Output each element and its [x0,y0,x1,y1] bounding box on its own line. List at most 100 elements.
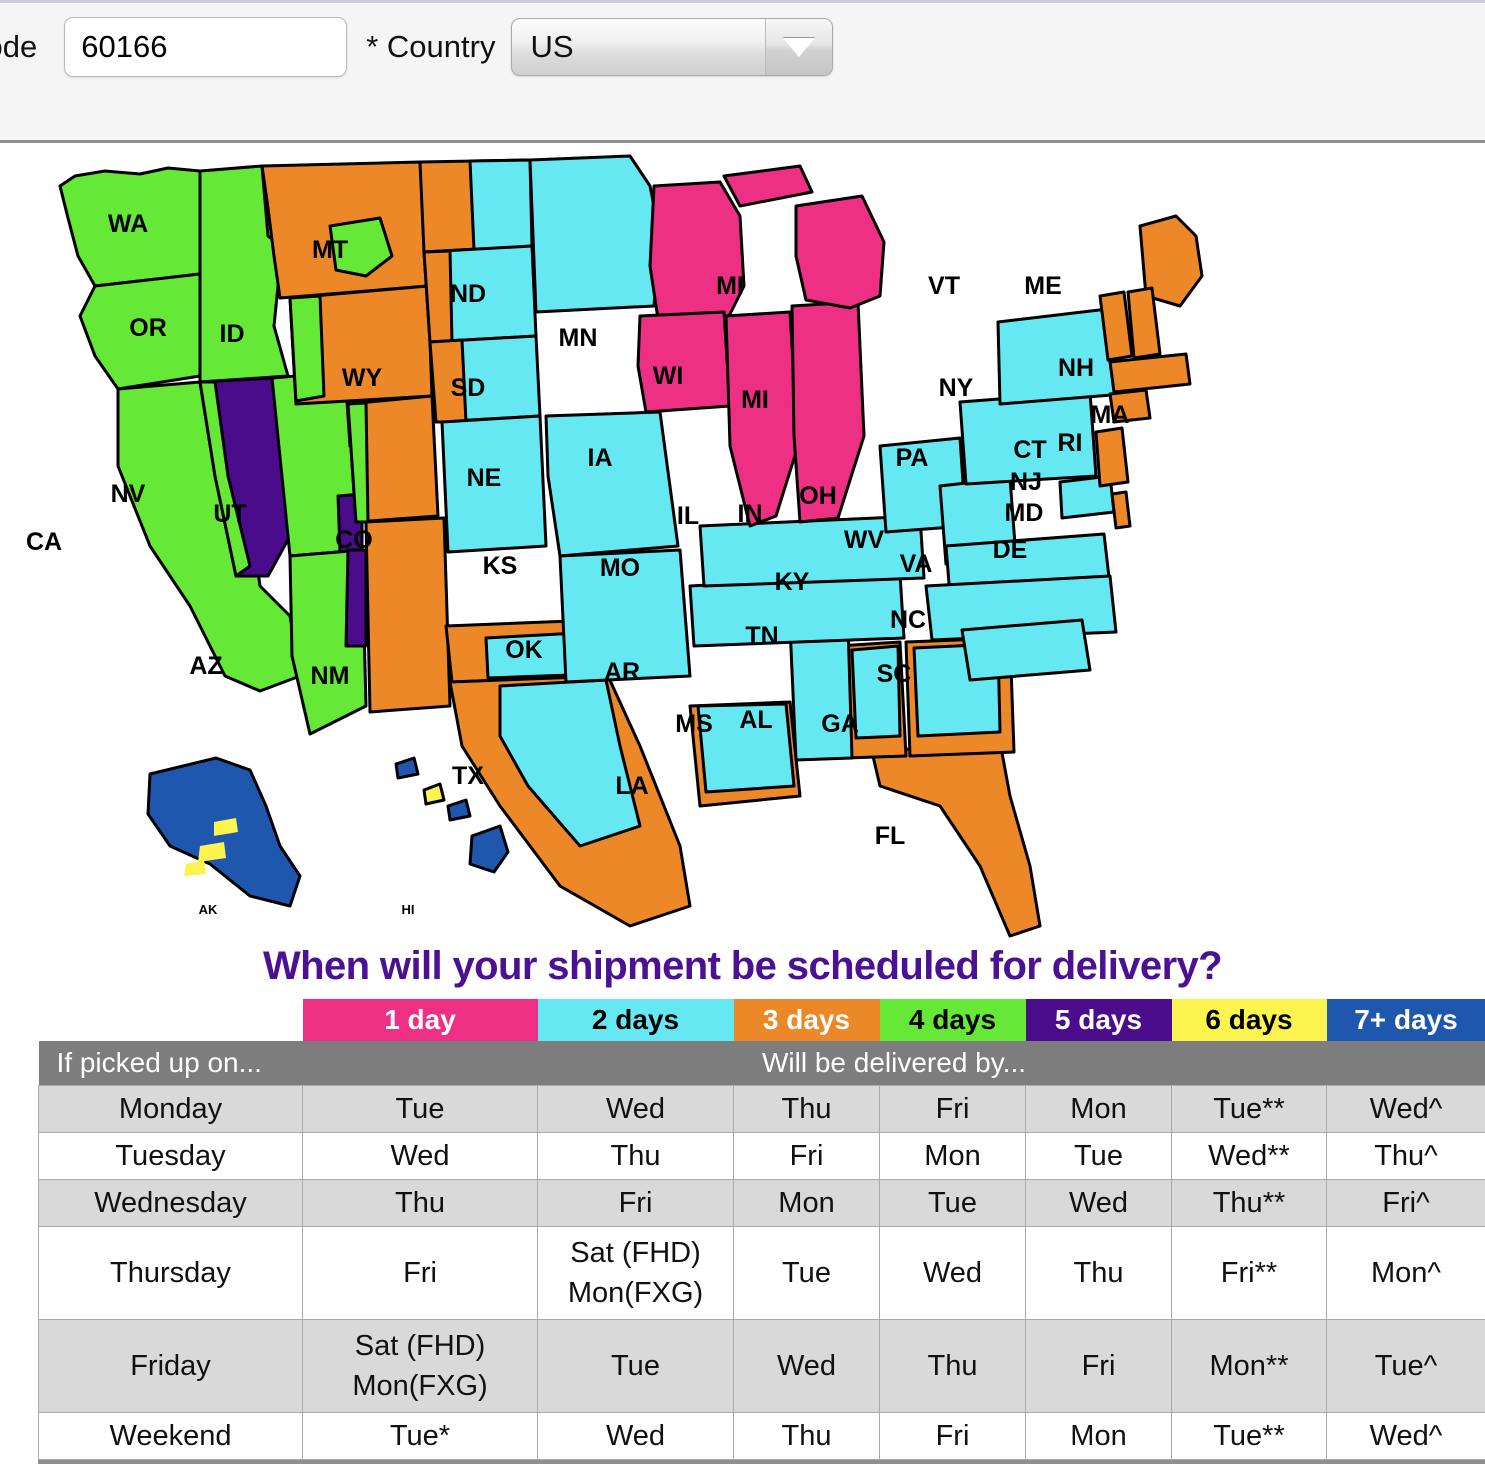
label-HI: HI [402,902,415,917]
state-AK-yellow-3 [184,860,206,876]
state-WI [648,180,746,334]
table-row: Wednesday Thu Fri Mon Tue Wed Thu** Fri^ [38,1179,1485,1227]
cell-7days: Tue^ [1326,1319,1485,1413]
label-PA: PA [896,444,929,472]
legend-item-6days[interactable]: 6 days [1171,999,1327,1041]
delivery-schedule-table: 1 day 2 days 3 days 4 days 5 days 6 days… [38,999,1485,1460]
table-row: Monday Tue Wed Thu Fri Mon Tue** Wed^ [38,1085,1485,1133]
cell-2days: Wed [537,1085,734,1133]
table-header-row: If picked up on... Will be delivered by.… [38,1041,1485,1086]
page-title: When will your shipment be scheduled for… [262,944,1223,988]
label-LA: LA [615,772,648,800]
legend-item-5days[interactable]: 5 days [1025,999,1172,1041]
label-VA: VA [900,550,933,578]
label-NM: NM [311,662,350,690]
cell-1day: Fri [302,1226,538,1320]
cell-2days: Thu [537,1132,734,1180]
legend-item-4days[interactable]: 4 days [879,999,1026,1041]
state-IL [724,310,800,528]
label-VT: VT [928,272,960,300]
legend-item-2days[interactable]: 2 days [537,999,734,1041]
state-HI-big [468,824,510,874]
label-TN: TN [745,622,778,650]
cell-7days: Wed^ [1326,1412,1485,1460]
state-HI-3 [422,782,446,806]
row-day: Thursday [38,1226,303,1320]
label-OH: OH [799,482,837,510]
state-WY-green [288,294,326,403]
label-WV: WV [844,526,885,554]
label-MD: MD [1005,499,1044,527]
label-KS: KS [483,552,518,580]
legend-row: 1 day 2 days 3 days 4 days 5 days 6 days… [38,999,1485,1041]
country-selected-value: US [530,29,574,64]
label-NC: NC [890,606,926,634]
label-IL: IL [677,502,699,530]
label-NY: NY [939,374,974,402]
state-NJ [1094,426,1130,488]
label-CO: CO [335,526,373,554]
label-RI: RI [1058,429,1083,457]
label-MO: MO [600,554,640,582]
cell-7days: Mon^ [1326,1226,1485,1320]
label-NJ: NJ [1010,468,1042,496]
cell-1day: Thu [302,1179,538,1227]
cell-7days: Fri^ [1326,1179,1485,1227]
chevron-down-icon[interactable] [765,19,833,75]
shipping-form-strip: code * Country US [0,0,1485,143]
country-select[interactable]: US [511,18,834,76]
state-MI-up [722,164,814,208]
label-FL: FL [875,822,906,850]
legend-item-7days[interactable]: 7+ days [1326,999,1485,1041]
cell-4days: Wed [879,1226,1026,1320]
cell-6days: Thu** [1171,1179,1327,1227]
cell-6days: Tue** [1171,1085,1327,1133]
legend-item-3days[interactable]: 3 days [733,999,880,1041]
label-MS: MS [675,710,713,738]
label-KY: KY [775,568,810,596]
zip-code-label: code [0,29,38,64]
cell-3days: Fri [733,1132,880,1180]
label-GA: GA [821,710,859,738]
label-ME: ME [1024,272,1062,300]
cell-2days: Fri [537,1179,734,1227]
state-AZ-purple [344,548,368,648]
delivery-zone-map: WA OR ID MT WY ND SD MN NE KS CO UT NV C… [0,146,1485,946]
legend-spacer [38,999,303,1041]
legend-item-1day[interactable]: 1 day [302,999,538,1041]
cell-3days: Tue [733,1226,880,1320]
cell-4days: Fri [879,1412,1026,1460]
cell-3days: Thu [733,1085,880,1133]
label-CT: CT [1013,436,1046,464]
table-row: Tuesday Wed Thu Fri Mon Tue Wed** Thu^ [38,1132,1485,1180]
label-IN: IN [738,500,763,528]
zip-code-input[interactable] [64,17,348,77]
label-AZ: AZ [189,652,222,680]
state-HI-2 [446,798,472,822]
country-label: * Country [366,29,496,64]
cell-2days: Tue [537,1319,734,1413]
label-UT: UT [213,500,246,528]
state-ND-cyan [468,158,534,252]
state-NM [364,516,452,714]
label-AL: AL [739,706,772,734]
row-day: Friday [38,1319,303,1413]
label-TX: TX [452,762,484,790]
state-MO [544,410,680,558]
cell-5days: Mon [1025,1085,1172,1133]
label-WA: WA [108,210,148,238]
header-delivered-by: Will be delivered by... [302,1041,1485,1086]
label-NH: NH [1058,354,1094,382]
state-HI-4 [394,756,420,780]
label-DE: DE [993,536,1028,564]
label-MN: MN [559,324,598,352]
label-AR: AR [604,658,640,686]
cell-6days: Fri** [1171,1226,1327,1320]
state-DE [1110,490,1132,530]
label-MT: MT [312,236,348,264]
state-MI [794,194,886,310]
row-day: Weekend [38,1412,303,1460]
cell-1day: Tue* [302,1412,538,1460]
state-MS [788,622,854,762]
row-day: Monday [38,1085,303,1133]
